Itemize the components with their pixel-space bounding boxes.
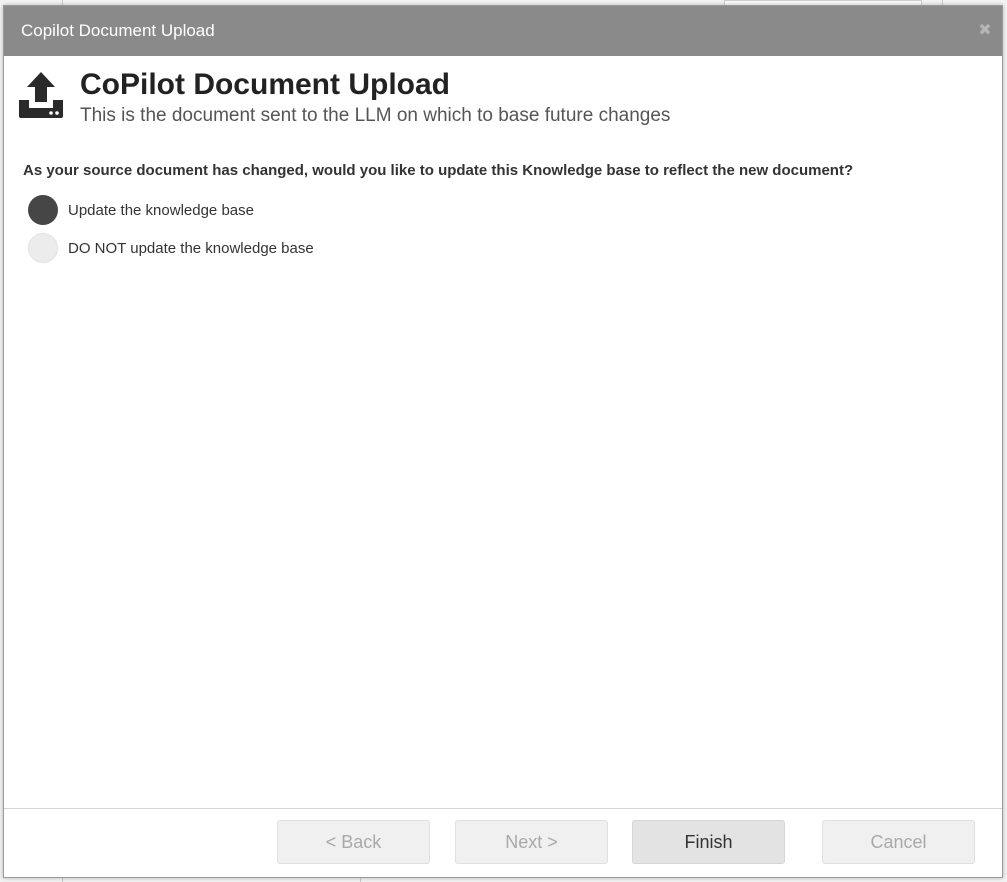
cancel-button[interactable]: Cancel xyxy=(822,820,975,864)
finish-button[interactable]: Finish xyxy=(632,820,785,864)
option-label: DO NOT update the knowledge base xyxy=(68,239,314,257)
close-icon[interactable]: ✖ xyxy=(976,22,994,40)
next-button[interactable]: Next > xyxy=(455,820,608,864)
background-divider xyxy=(360,878,361,882)
question-text: As your source document has changed, wou… xyxy=(23,162,854,179)
radio-button-unselected[interactable] xyxy=(28,233,58,263)
dialog-footer: < Back Next > Finish Cancel xyxy=(4,808,1002,877)
dialog-header: CoPilot Document Upload This is the docu… xyxy=(4,56,1002,127)
back-button[interactable]: < Back xyxy=(277,820,430,864)
background-divider xyxy=(62,878,63,882)
option-label: Update the knowledge base xyxy=(68,201,254,219)
page-title: CoPilot Document Upload xyxy=(80,68,450,101)
option-update-knowledge-base[interactable]: Update the knowledge base xyxy=(28,195,1002,225)
radio-button-selected[interactable] xyxy=(28,195,58,225)
dialog-title: Copilot Document Upload xyxy=(21,21,215,40)
page-subtitle: This is the document sent to the LLM on … xyxy=(80,105,671,126)
dialog-titlebar: Copilot Document Upload ✖ xyxy=(4,6,1002,56)
radio-group: Update the knowledge base DO NOT update … xyxy=(28,195,1002,263)
option-do-not-update[interactable]: DO NOT update the knowledge base xyxy=(28,233,1002,263)
upload-dialog: Copilot Document Upload ✖ CoPilot Docume… xyxy=(3,5,1003,878)
upload-tray-icon xyxy=(19,72,63,118)
header-text: CoPilot Document Upload This is the docu… xyxy=(80,68,670,127)
